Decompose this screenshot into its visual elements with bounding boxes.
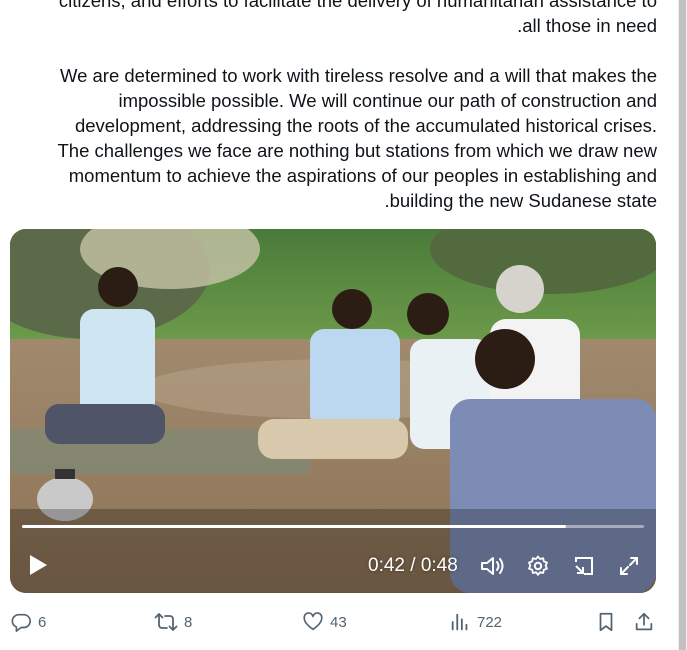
fullscreen-icon [620, 557, 638, 575]
scrollbar-thumb[interactable] [679, 0, 686, 650]
gear-icon [528, 555, 548, 576]
views-count: 722 [477, 613, 503, 631]
like-button[interactable]: 43 [302, 604, 347, 640]
retweet-button[interactable]: 8 [154, 604, 192, 640]
tweet-text-line: .building the new Sudanese state [384, 190, 657, 211]
reply-button[interactable]: 6 [10, 604, 46, 640]
heart-icon [303, 612, 323, 631]
fullscreen-button[interactable] [615, 552, 643, 580]
retweet-count: 8 [184, 613, 193, 631]
picture-in-picture-icon [575, 557, 593, 575]
retweet-icon [154, 613, 178, 631]
picture-in-picture-button[interactable] [570, 552, 598, 580]
reply-count: 6 [38, 613, 47, 631]
like-count: 43 [330, 613, 347, 631]
views-button[interactable]: 722 [449, 604, 502, 640]
tweet-paragraph-2: We are determined to work with tireless … [10, 63, 657, 213]
video-progress-bar[interactable] [22, 525, 644, 528]
video-progress-fill [22, 525, 567, 528]
bookmark-icon [599, 612, 613, 632]
tweet-text-line: impossible possible. We will continue ou… [118, 90, 657, 111]
tweet-text-line: We are determined to work with tireless … [59, 65, 657, 86]
tweet-actions-bar: 6 8 43 722 [0, 604, 687, 640]
video-time-display: 0:42 / 0:48 [368, 555, 458, 576]
tweet-text-line: .all those in need [517, 15, 657, 36]
scrollbar-track[interactable] [678, 0, 687, 650]
video-frame [10, 229, 656, 593]
tweet-text-line: The challenges we face are nothing but s… [57, 140, 657, 161]
video-player[interactable]: 0:42 / 0:48 [10, 229, 656, 593]
views-chart-icon [451, 613, 468, 631]
tweet-text-line: momentum to achieve the aspirations of o… [68, 165, 657, 186]
reply-icon [11, 613, 31, 632]
play-button[interactable] [24, 551, 52, 579]
play-icon [30, 555, 47, 575]
bookmark-button[interactable] [595, 604, 617, 640]
tweet-text-line: citizens, and efforts to facilitate the … [58, 0, 657, 11]
tweet-paragraph-1: citizens, and efforts to facilitate the … [10, 0, 657, 38]
volume-button[interactable] [478, 552, 508, 580]
share-button[interactable] [633, 604, 655, 640]
tweet-text-line: development, addressing the roots of the… [74, 115, 657, 136]
volume-icon [481, 557, 504, 575]
share-icon [635, 612, 653, 631]
settings-button[interactable] [524, 552, 552, 580]
